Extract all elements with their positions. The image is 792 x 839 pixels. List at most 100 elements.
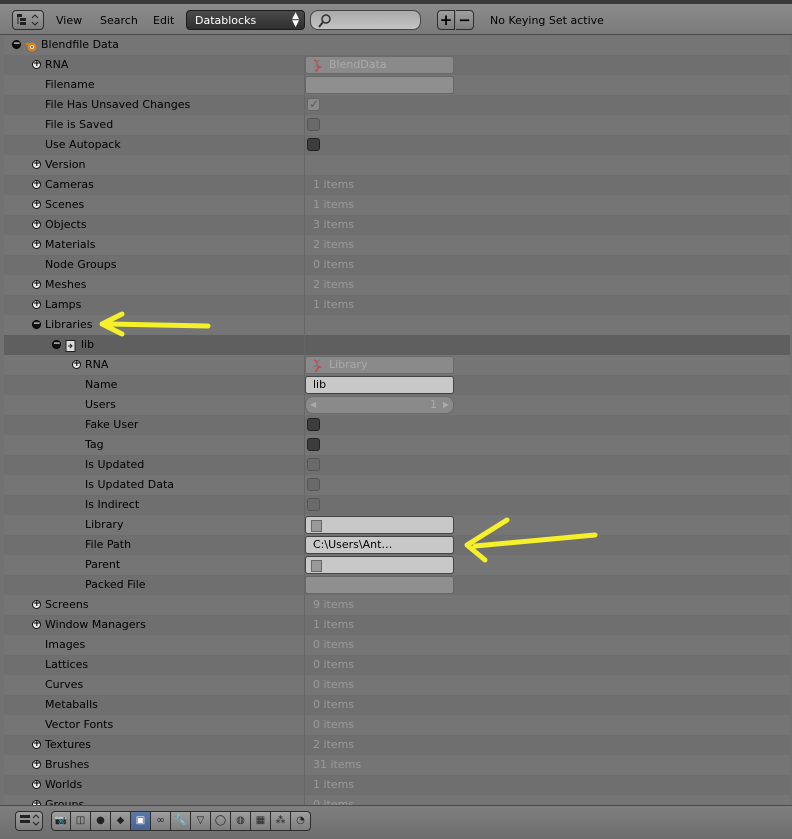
mesh-icon[interactable]: ▣ xyxy=(131,811,151,831)
tree-row[interactable]: + Meshes 2 items xyxy=(4,275,790,295)
tree-row[interactable]: + RNA Library xyxy=(4,355,790,375)
expand-icon[interactable]: + xyxy=(32,280,41,289)
tree-row[interactable]: Library xyxy=(4,515,790,535)
tree-row[interactable]: + Materials 2 items xyxy=(4,235,790,255)
tree-row[interactable]: Is Indirect xyxy=(4,495,790,515)
checkbox[interactable] xyxy=(307,138,320,151)
world-icon[interactable]: ● xyxy=(91,811,111,831)
row-label: Parent xyxy=(85,558,121,571)
remove-keying-set-button[interactable]: − xyxy=(456,10,474,30)
tree-row[interactable]: − Blendfile Data xyxy=(4,35,790,55)
item-count: 0 items xyxy=(313,678,355,691)
checkbox[interactable] xyxy=(307,438,320,451)
row-label: Window Managers xyxy=(45,618,146,631)
particles-icon[interactable]: ⁂ xyxy=(271,811,291,831)
checkbox[interactable] xyxy=(307,94,320,114)
collapse-icon[interactable]: − xyxy=(12,40,21,49)
tree-row[interactable]: File Path C:\Users\Ant…mados.blend xyxy=(4,535,790,567)
tree-row[interactable]: + Objects 3 items xyxy=(4,215,790,235)
tree-row[interactable]: Filename xyxy=(4,75,790,95)
expand-icon[interactable]: + xyxy=(32,740,41,749)
number-field[interactable]: ◀ 1 ▶ xyxy=(305,396,454,414)
pointer-field[interactable] xyxy=(305,516,454,534)
footer-editor-type-button[interactable] xyxy=(15,811,43,831)
constraint-icon[interactable]: ∞ xyxy=(151,811,171,831)
tree-row[interactable]: Is Updated Data xyxy=(4,475,790,495)
tree-row[interactable]: Curves 0 items xyxy=(4,675,790,695)
text-field[interactable] xyxy=(305,576,454,594)
expand-icon[interactable]: + xyxy=(32,780,41,789)
tree-row[interactable]: + Screens 9 items xyxy=(4,595,790,615)
object-icon[interactable]: ◆ xyxy=(111,811,131,831)
text-field[interactable]: lib xyxy=(305,376,454,394)
add-keying-set-button[interactable]: + xyxy=(437,10,455,30)
expand-icon[interactable]: + xyxy=(32,220,41,229)
tree-row[interactable]: + Cameras 1 items xyxy=(4,175,790,195)
tree-row[interactable]: Users ◀ 1 ▶ xyxy=(4,395,790,415)
collapse-icon[interactable]: − xyxy=(32,320,41,329)
expand-icon[interactable]: + xyxy=(32,600,41,609)
tree-row[interactable]: Fake User xyxy=(4,415,790,435)
expand-icon[interactable]: + xyxy=(32,200,41,209)
row-label: Filename xyxy=(45,78,95,91)
expand-icon[interactable]: + xyxy=(72,360,81,369)
expand-icon[interactable]: + xyxy=(32,300,41,309)
search-input[interactable] xyxy=(310,10,421,30)
expand-icon[interactable]: + xyxy=(32,160,41,169)
tree-row[interactable]: + Groups 0 items xyxy=(4,795,790,805)
expand-icon[interactable]: + xyxy=(32,60,41,69)
texture-icon[interactable]: ▦ xyxy=(251,811,271,831)
tree-row[interactable]: Images 0 items xyxy=(4,635,790,655)
tree-row[interactable]: Parent xyxy=(4,555,790,575)
text-field[interactable]: C:\Users\Ant…mados.blend xyxy=(305,536,454,567)
checkbox[interactable] xyxy=(307,458,320,471)
tree-row[interactable]: File Has Unsaved Changes xyxy=(4,94,790,115)
menu-view[interactable]: View xyxy=(56,14,82,27)
bone-icon[interactable]: ◯ xyxy=(211,811,231,831)
menu-edit[interactable]: Edit xyxy=(153,14,174,27)
expand-icon[interactable]: + xyxy=(32,760,41,769)
row-label: File Path xyxy=(85,538,132,551)
tree-row[interactable]: + RNA BlendData xyxy=(4,55,790,75)
display-mode-dropdown[interactable]: Datablocks ▲ ▼ xyxy=(186,10,305,30)
checkbox[interactable] xyxy=(307,498,320,511)
column-divider xyxy=(304,435,305,455)
tree-row[interactable]: Lattices 0 items xyxy=(4,655,790,675)
expand-icon[interactable]: + xyxy=(32,180,41,189)
data-icon[interactable]: ▽ xyxy=(191,811,211,831)
modifier-icon[interactable]: 🔧 xyxy=(171,811,191,831)
tree-row[interactable]: + Textures 2 items xyxy=(4,735,790,755)
collapse-icon[interactable]: − xyxy=(52,340,61,349)
tree-row[interactable]: Packed File xyxy=(4,575,790,595)
tree-row[interactable]: Use Autopack xyxy=(4,135,790,155)
expand-icon[interactable]: + xyxy=(32,240,41,249)
tree-row[interactable]: Metaballs 0 items xyxy=(4,695,790,715)
increment-icon[interactable]: ▶ xyxy=(443,397,449,413)
physics-icon[interactable]: ◔ xyxy=(291,811,311,831)
tree-row[interactable]: Is Updated xyxy=(4,455,790,475)
checkbox[interactable] xyxy=(307,418,320,431)
row-label: Lattices xyxy=(45,658,89,671)
menu-search[interactable]: Search xyxy=(100,14,138,27)
tree-row[interactable]: Vector Fonts 0 items xyxy=(4,715,790,735)
editor-type-button[interactable] xyxy=(12,10,44,30)
pointer-field[interactable] xyxy=(305,556,454,574)
tree-row[interactable]: + Window Managers 1 items xyxy=(4,615,790,635)
tree-row[interactable]: + Version xyxy=(4,155,790,175)
material-icon[interactable]: ◍ xyxy=(231,811,251,831)
tree-row[interactable]: + Brushes 31 items xyxy=(4,755,790,775)
text-field[interactable] xyxy=(305,76,454,94)
scene-icon[interactable]: ◫ xyxy=(71,811,91,831)
render-icon[interactable]: 📷 xyxy=(51,811,71,831)
tree-row[interactable]: File is Saved xyxy=(4,115,790,135)
decrement-icon[interactable]: ◀ xyxy=(310,397,316,413)
tree-row[interactable]: Tag xyxy=(4,435,790,455)
item-count: 0 items xyxy=(313,638,355,651)
tree-row[interactable]: Name lib xyxy=(4,375,790,395)
tree-row[interactable]: + Scenes 1 items xyxy=(4,195,790,215)
tree-row[interactable]: Node Groups 0 items xyxy=(4,255,790,275)
expand-icon[interactable]: + xyxy=(32,620,41,629)
checkbox[interactable] xyxy=(307,478,320,491)
checkbox[interactable] xyxy=(307,118,320,131)
tree-row[interactable]: + Worlds 1 items xyxy=(4,775,790,795)
